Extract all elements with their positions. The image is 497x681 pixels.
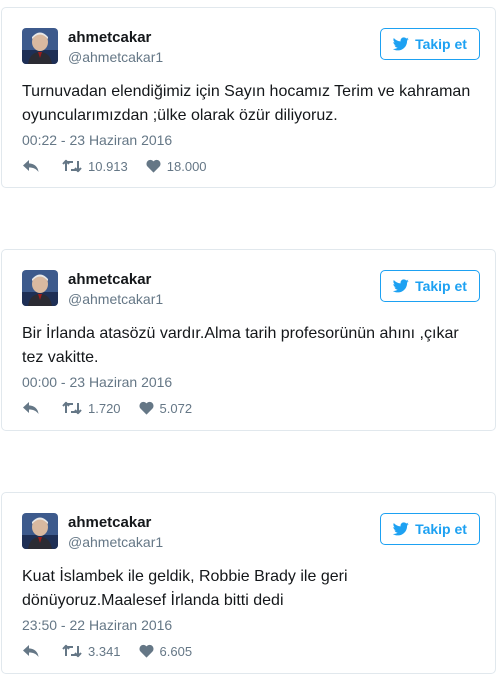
tweet-text: Bir İrlanda atasözü vardır.Alma tarih pr… — [22, 325, 459, 366]
retweet-icon — [62, 159, 82, 173]
reply-arrow-icon — [23, 402, 39, 414]
twitter-bird-icon — [393, 37, 409, 51]
tweet-timestamp[interactable]: 00:00 - 23 Haziran 2016 — [22, 373, 172, 391]
display-name[interactable]: ahmetcakar — [68, 29, 151, 47]
twitter-bird-icon — [393, 279, 409, 293]
tweet-card: ahmetcakar @ahmetcakar1 Takip et Kuat İs… — [1, 492, 496, 674]
twitter-bird-icon — [393, 522, 409, 536]
follow-button[interactable]: Takip et — [380, 28, 480, 60]
tweet-actions: 10.913 18.000 — [22, 157, 207, 175]
tweet-text: Turnuvadan elendiğimiz için Sayın hocamı… — [22, 83, 471, 124]
tweet-card: ahmetcakar @ahmetcakar1 Takip et Turnuva… — [1, 7, 496, 188]
follow-button[interactable]: Takip et — [380, 270, 480, 302]
follow-label: Takip et — [415, 278, 467, 294]
user-handle[interactable]: @ahmetcakar1 — [68, 533, 163, 551]
like-button[interactable]: 18.000 — [146, 159, 207, 174]
user-handle[interactable]: @ahmetcakar1 — [68, 290, 163, 308]
tweet-timestamp[interactable]: 00:22 - 23 Haziran 2016 — [22, 131, 172, 149]
reply-arrow-icon — [23, 645, 39, 657]
like-count: 5.072 — [159, 400, 193, 416]
follow-label: Takip et — [415, 36, 467, 52]
tweet-list: ahmetcakar @ahmetcakar1 Takip et Turnuva… — [0, 0, 497, 681]
retweet-count: 1.720 — [88, 400, 121, 416]
follow-label: Takip et — [415, 521, 467, 537]
reply-arrow-icon — [23, 160, 39, 172]
retweet-count: 3.341 — [88, 643, 121, 659]
avatar[interactable] — [22, 28, 58, 64]
reply-button[interactable] — [22, 401, 40, 415]
like-count: 18.000 — [166, 158, 207, 174]
like-button[interactable]: 5.072 — [139, 400, 193, 416]
heart-icon — [146, 159, 161, 173]
tweet-actions: 1.720 5.072 — [22, 399, 192, 417]
display-name[interactable]: ahmetcakar — [68, 514, 151, 532]
avatar[interactable] — [22, 270, 58, 306]
retweet-button[interactable]: 3.341 — [62, 644, 121, 659]
retweet-button[interactable]: 10.913 — [62, 159, 128, 174]
retweet-button[interactable]: 1.720 — [62, 401, 121, 416]
tweet-timestamp[interactable]: 23:50 - 22 Haziran 2016 — [22, 616, 172, 634]
user-handle[interactable]: @ahmetcakar1 — [68, 48, 163, 66]
like-count: 6.605 — [159, 643, 193, 659]
reply-button[interactable] — [22, 159, 40, 173]
like-button[interactable]: 6.605 — [139, 643, 193, 659]
follow-button[interactable]: Takip et — [380, 513, 480, 545]
display-name[interactable]: ahmetcakar — [68, 271, 151, 289]
heart-icon — [139, 644, 154, 658]
retweet-icon — [62, 401, 82, 415]
tweet-actions: 3.341 6.605 — [22, 642, 192, 660]
avatar[interactable] — [22, 513, 58, 549]
heart-icon — [139, 401, 154, 415]
retweet-icon — [62, 644, 82, 658]
retweet-count: 10.913 — [88, 158, 128, 174]
tweet-text: Kuat İslambek ile geldik, Robbie Brady i… — [22, 568, 348, 609]
reply-button[interactable] — [22, 644, 40, 658]
tweet-card: ahmetcakar @ahmetcakar1 Takip et Bir İrl… — [1, 249, 496, 431]
